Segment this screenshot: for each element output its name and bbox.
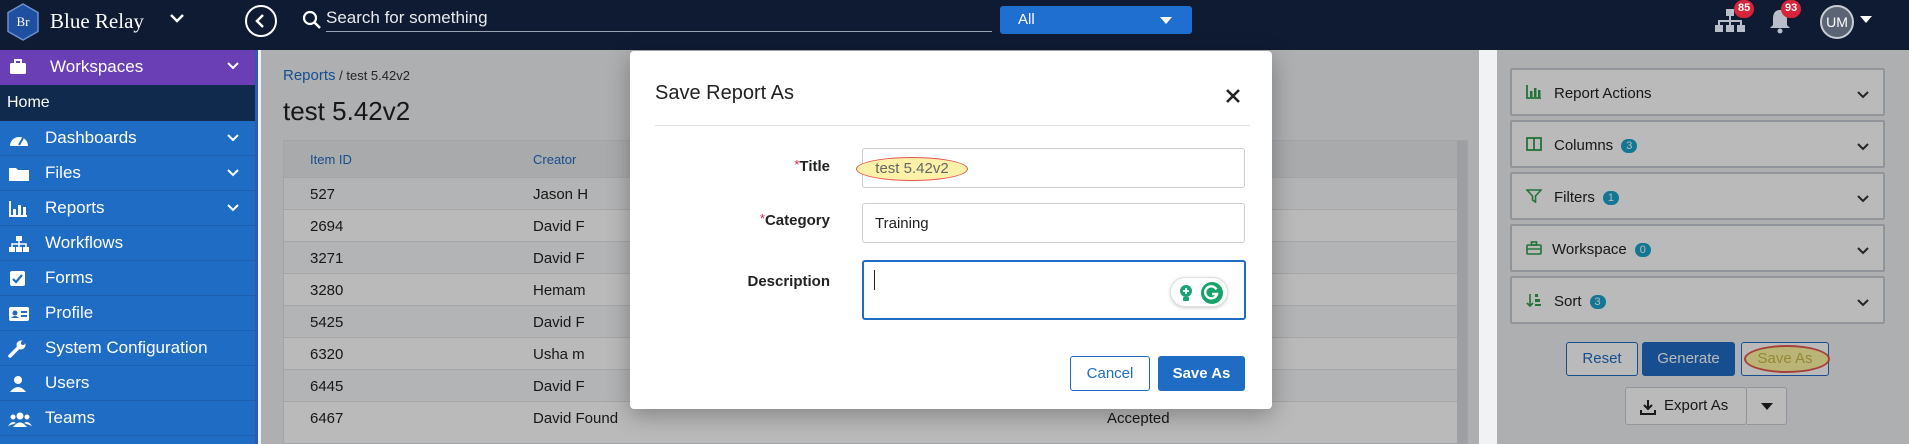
sidebar-item-reports[interactable]: Reports (0, 191, 255, 226)
sidebar-item-label: System Configuration (45, 338, 208, 357)
sidebar-item-dashboards[interactable]: Dashboards (0, 121, 255, 156)
chevron-down-icon (227, 62, 239, 70)
sidebar-item-label: Profile (45, 303, 94, 322)
sidebar-item-label: Reports (45, 198, 105, 217)
save-as-submit-button[interactable]: Save As (1158, 356, 1245, 391)
sidebar-item-users[interactable]: Users (0, 366, 255, 401)
briefcase-icon (10, 59, 26, 74)
sidebar-item-home[interactable]: Home (0, 85, 255, 121)
sidebar-item-label: Forms (45, 268, 94, 287)
sidebar-item-label: Dashboards (45, 128, 137, 147)
sidebar-item-system-configuration[interactable]: System Configuration (0, 331, 255, 366)
writing-assistant-widget[interactable] (1170, 277, 1228, 307)
sidebar-item-forms[interactable]: Forms (0, 261, 255, 296)
logo-text: Br (17, 14, 31, 29)
dialog-divider (655, 125, 1250, 126)
folder-icon (9, 168, 29, 181)
sidebar-item-workflows[interactable]: Workflows (0, 226, 255, 261)
description-label: Description (747, 273, 830, 290)
sidebar-item-profile[interactable]: Profile (0, 296, 255, 331)
top-bar: Br Blue Relay All 85 93 UM (0, 0, 1909, 50)
org-badge: 85 (1734, 0, 1755, 18)
caret-down-icon (1160, 17, 1172, 24)
cancel-button[interactable]: Cancel (1070, 356, 1150, 391)
notification-badge: 93 (1781, 0, 1802, 18)
sitemap-icon (9, 236, 29, 252)
collapse-sidebar-button[interactable] (245, 5, 277, 37)
grammarly-icon (1201, 282, 1223, 304)
workspaces-header[interactable]: Workspaces (0, 50, 255, 85)
sidebar-item-teams[interactable]: Teams (0, 401, 255, 436)
wrench-icon (8, 340, 26, 358)
gauge-icon (10, 137, 28, 146)
search-scope-value: All (1018, 11, 1035, 28)
sidebar-item-label: Users (45, 373, 90, 392)
dialog-title: Save Report As (655, 82, 794, 104)
title-input-value: test 5.42v2 (856, 157, 968, 181)
search-scope-select[interactable]: All (1000, 6, 1192, 34)
chevron-down-icon (227, 134, 239, 142)
sidebar-item-label: Teams (45, 408, 96, 427)
sidebar-item-label: Files (45, 163, 81, 182)
sidebar-item-files[interactable]: Files (0, 156, 255, 191)
title-label: *Title (794, 157, 830, 175)
chevron-down-icon[interactable] (170, 14, 184, 24)
chevron-left-icon (255, 14, 264, 28)
lightbulb-icon (1180, 285, 1192, 301)
chevron-down-icon (227, 204, 239, 212)
close-icon[interactable] (1222, 85, 1244, 107)
users-icon (8, 412, 32, 427)
category-input[interactable] (862, 203, 1245, 243)
modal-backdrop-right (1497, 50, 1909, 444)
workspaces-label: Workspaces (50, 57, 144, 76)
id-card-icon (9, 307, 29, 321)
blue-relay-logo-icon[interactable]: Br (6, 3, 40, 41)
user-avatar[interactable]: UM (1820, 5, 1854, 39)
global-search-input[interactable] (326, 4, 992, 32)
brand-name[interactable]: Blue Relay (50, 9, 144, 34)
search-icon (302, 10, 321, 29)
text-cursor (874, 270, 875, 290)
checkbox-icon (10, 271, 25, 286)
category-label: *Category (759, 211, 830, 229)
sidebar-item-label: Workflows (45, 233, 124, 252)
user-icon (10, 376, 26, 392)
bar-chart-icon (9, 201, 27, 217)
caret-down-icon[interactable] (1860, 16, 1872, 23)
save-report-dialog: Save Report As *Title test 5.42v2 *Categ… (630, 51, 1272, 409)
sidebar: Workspaces Home Dashboards Files Reports… (0, 50, 258, 444)
chevron-down-icon (227, 169, 239, 177)
